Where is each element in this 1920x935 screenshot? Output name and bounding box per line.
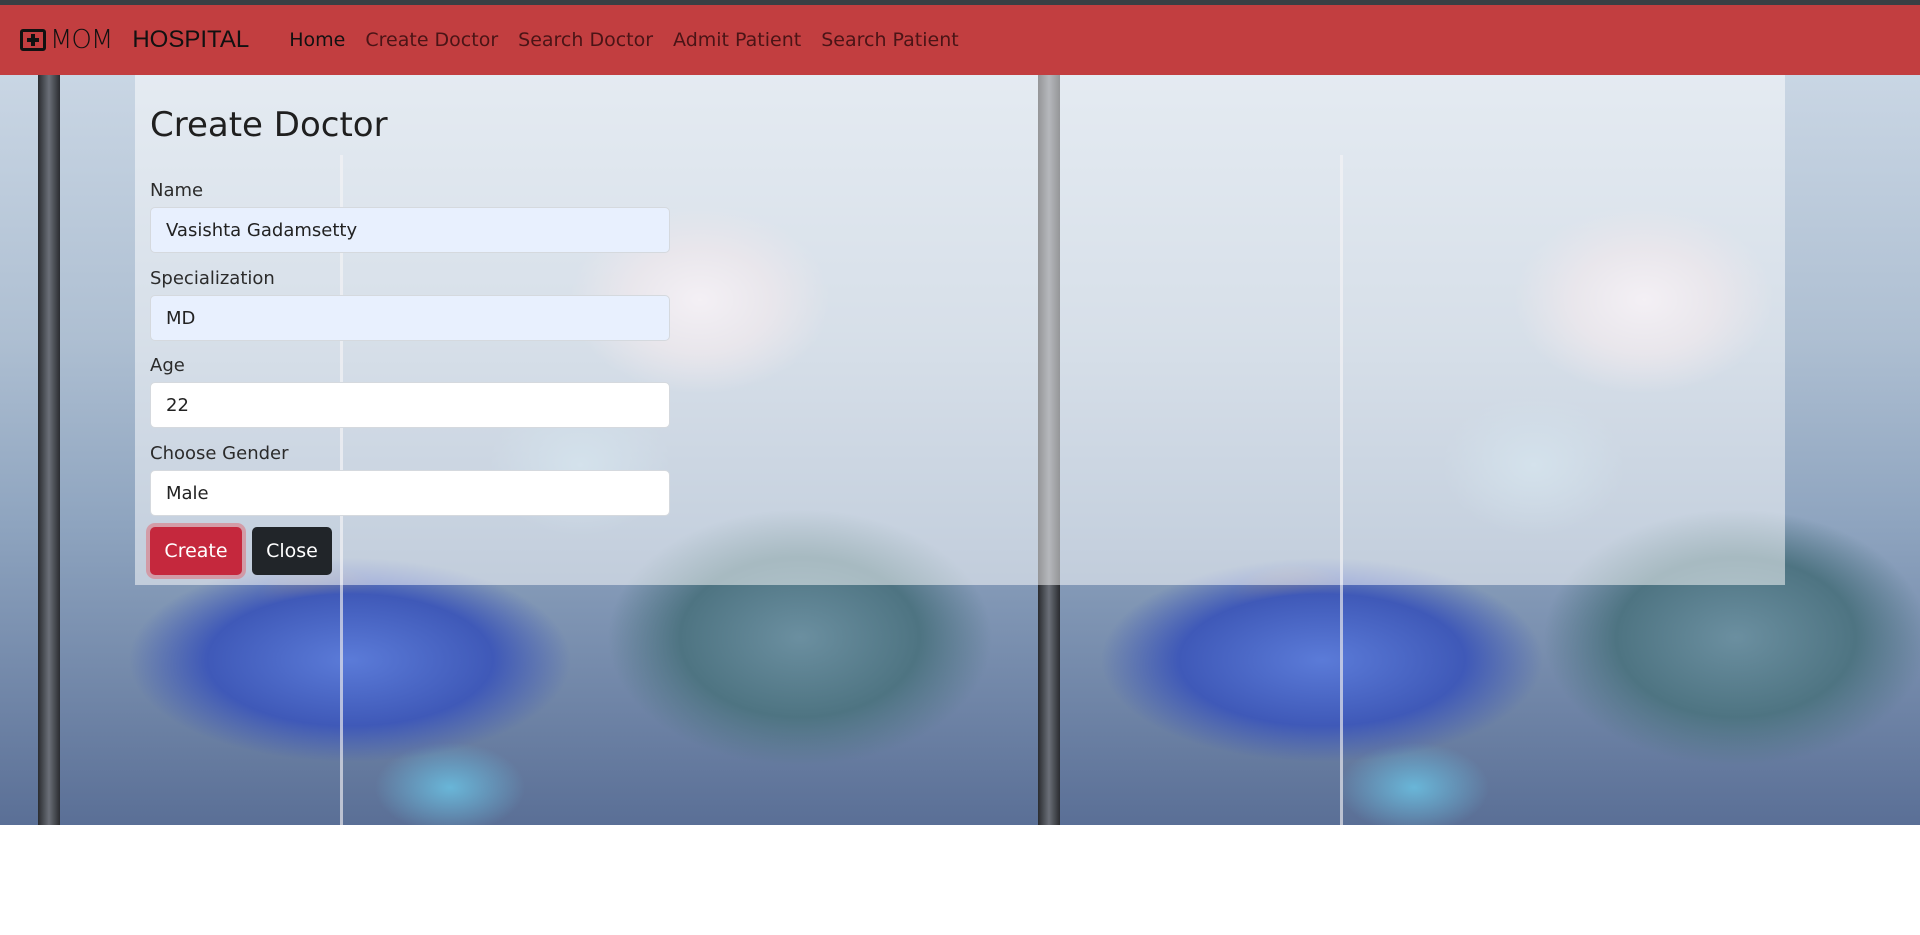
name-label: Name bbox=[150, 180, 204, 201]
specialization-label: Specialization bbox=[150, 268, 275, 289]
nav-links: Home Create Doctor Search Doctor Admit P… bbox=[279, 29, 968, 51]
navbar: MOM HOSPITAL Home Create Doctor Search D… bbox=[0, 5, 1920, 75]
page-title: Create Doctor bbox=[150, 105, 388, 145]
specialization-input[interactable]: MD bbox=[150, 295, 670, 341]
nav-create-doctor[interactable]: Create Doctor bbox=[355, 29, 508, 51]
nav-admit-patient[interactable]: Admit Patient bbox=[663, 29, 811, 51]
nav-home[interactable]: Home bbox=[279, 29, 355, 51]
age-label: Age bbox=[150, 355, 185, 376]
age-input[interactable]: 22 bbox=[150, 382, 670, 428]
nav-search-patient[interactable]: Search Patient bbox=[811, 29, 968, 51]
iv-pole bbox=[38, 75, 60, 825]
close-button[interactable]: Close bbox=[252, 527, 332, 575]
create-button[interactable]: Create bbox=[150, 527, 242, 575]
logo-text: MOM bbox=[50, 25, 113, 55]
gender-select[interactable]: Male bbox=[150, 470, 670, 516]
brand-name[interactable]: HOSPITAL bbox=[132, 26, 249, 54]
gender-label: Choose Gender bbox=[150, 443, 289, 464]
medical-cross-icon bbox=[20, 29, 46, 51]
name-input[interactable]: Vasishta Gadamsetty bbox=[150, 207, 670, 253]
brand-logo[interactable]: MOM bbox=[20, 20, 113, 60]
nav-search-doctor[interactable]: Search Doctor bbox=[508, 29, 663, 51]
